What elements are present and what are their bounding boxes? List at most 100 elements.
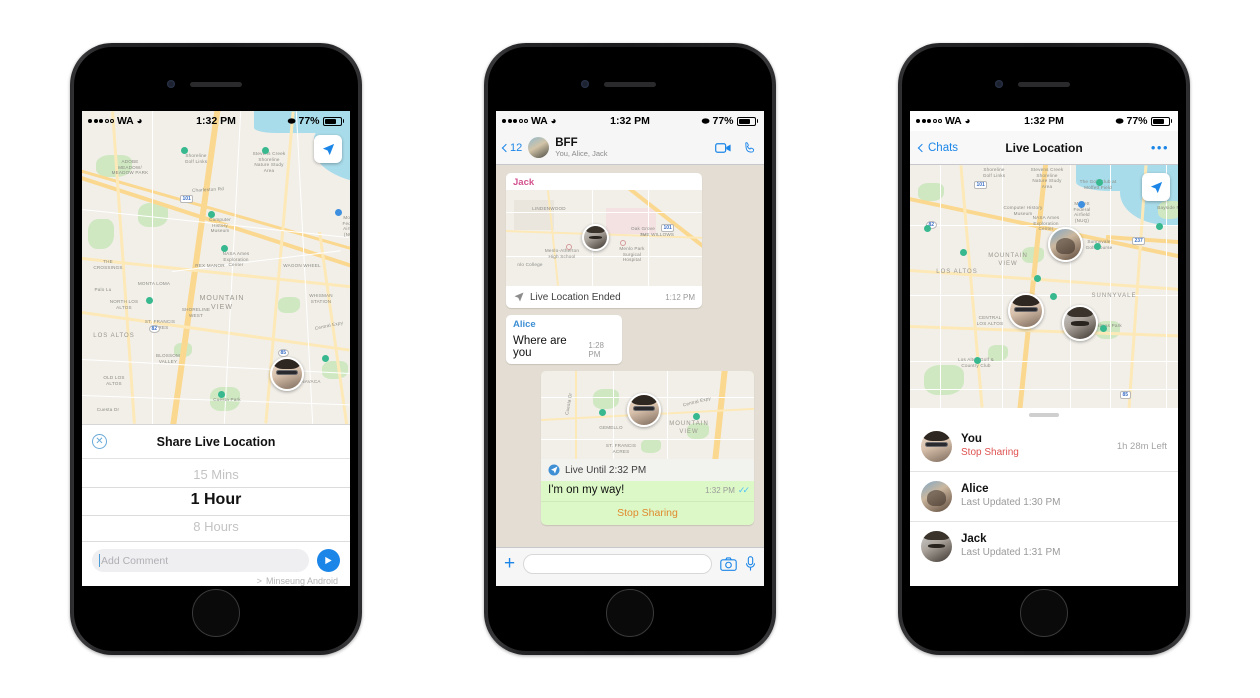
- you-avatar-pin[interactable]: [270, 357, 304, 391]
- recipient-row[interactable]: > Minseung Android: [82, 576, 350, 586]
- message-input[interactable]: [523, 553, 712, 574]
- sheet-header: ✕ Share Live Location: [82, 425, 350, 459]
- sender-name: Alice: [513, 319, 536, 330]
- map-label: BLOSSOM VALLEY: [155, 353, 181, 364]
- add-comment-input[interactable]: Add Comment: [92, 549, 309, 572]
- phone-2-chat: WA ◕ 1:32 PM ⬬ 77% 12 BFF You, Alice, Ja…: [484, 43, 776, 655]
- map-label-city: LOS ALTOS: [936, 269, 978, 275]
- phone-3-screen: WA ◕ 1:32 PM ⬬ 77% Chats Live Location •…: [910, 111, 1178, 586]
- front-camera-icon: [581, 80, 589, 88]
- map-label: Computer History Museum: [1003, 205, 1043, 216]
- location-map-thumbnail[interactable]: LINDENWOOD Menlo-Atherton High School Me…: [506, 190, 702, 286]
- alice-avatar-pin[interactable]: [1048, 227, 1083, 262]
- locate-me-button[interactable]: [1142, 173, 1170, 201]
- message-bubble-jack[interactable]: Jack LINDENWOOD Menlo-Atherton High Scho…: [506, 173, 702, 308]
- status-bar: WA ◕ 1:32 PM ⬬ 77%: [496, 111, 764, 131]
- chat-header: 12 BFF You, Alice, Jack: [496, 131, 764, 165]
- unread-count-label: 12: [510, 141, 523, 154]
- live-location-map[interactable]: Shoreline Golf Links Stevens Creek Shore…: [910, 165, 1178, 408]
- map-label: REX MANOR: [195, 263, 225, 268]
- earpiece-speaker: [604, 82, 656, 87]
- map-label: OLD LOS ALTOS: [103, 375, 125, 386]
- map-label: THE CROSSINGS: [93, 259, 123, 270]
- earpiece-speaker: [190, 82, 242, 87]
- message-text: Where are you: [513, 335, 567, 359]
- home-button[interactable]: [1020, 589, 1068, 637]
- back-to-chats-button[interactable]: Chats: [917, 141, 959, 154]
- back-to-chats-button[interactable]: 12: [501, 141, 523, 154]
- chevron-left-icon: [917, 143, 927, 152]
- live-location-arrow-icon: [514, 292, 524, 302]
- map-label: GEMELLO: [599, 425, 623, 430]
- message-row: Where are you 1:28 PM: [506, 332, 622, 364]
- map-label-city: MOUNTAIN VIEW: [199, 295, 245, 311]
- participant-row-alice[interactable]: Alice Last Updated 1:30 PM: [910, 472, 1178, 522]
- highway-shield: 82: [149, 325, 160, 333]
- phone-1-share-live-location: ADOBE MEADOW/ MEADOW PARK Shoreline Golf…: [70, 43, 362, 655]
- map-label: Central Expy: [314, 320, 344, 331]
- recipient-label: Minseung Android: [265, 576, 338, 586]
- message-time: 1:28 PM: [588, 341, 604, 359]
- phone-2-screen: WA ◕ 1:32 PM ⬬ 77% 12 BFF You, Alice, Ja…: [496, 111, 764, 586]
- highway-shield: 101: [661, 224, 675, 232]
- map-label: Shoreline Golf Links: [184, 153, 208, 164]
- avatar: [921, 480, 952, 512]
- chevron-right-icon: >: [256, 576, 262, 586]
- location-map-thumbnail[interactable]: GEMELLO MOUNTAIN VIEW ST. FRANCIS ACRES …: [541, 371, 754, 459]
- map-label: Cuesta Park: [213, 397, 241, 402]
- duration-option-8hours[interactable]: 8 Hours: [82, 513, 350, 539]
- chat-title: BFF: [555, 136, 578, 149]
- chat-title-block[interactable]: BFF You, Alice, Jack: [555, 137, 709, 159]
- home-button[interactable]: [192, 589, 240, 637]
- camera-icon[interactable]: [720, 556, 737, 571]
- more-dots-icon[interactable]: •••: [1151, 141, 1169, 154]
- map-label-city: SUNNYVALE: [1091, 293, 1137, 299]
- duration-option-1hour-selected[interactable]: 1 Hour: [82, 487, 350, 513]
- back-label: Chats: [928, 141, 959, 154]
- map-label: Moffett Federal Airfield (NUQ): [342, 215, 351, 238]
- map-label: nlo College: [517, 262, 543, 267]
- you-avatar-pin[interactable]: [1008, 293, 1044, 329]
- duration-picker[interactable]: 15 Mins 1 Hour 8 Hours: [82, 459, 350, 542]
- time-remaining-label: 1h 28m Left: [1116, 440, 1167, 452]
- navigation-bar: Chats Live Location •••: [910, 131, 1178, 165]
- share-location-map[interactable]: ADOBE MEADOW/ MEADOW PARK Shoreline Golf…: [82, 111, 350, 424]
- video-call-icon[interactable]: [715, 142, 732, 154]
- sheet-grab-handle[interactable]: [1029, 413, 1059, 417]
- participant-row-jack[interactable]: Jack Last Updated 1:31 PM: [910, 522, 1178, 571]
- participant-row-you[interactable]: You Stop Sharing 1h 28m Left: [910, 422, 1178, 472]
- duration-option-15min[interactable]: 15 Mins: [82, 461, 350, 487]
- status-bar: WA ◕ 1:32 PM ⬬ 77%: [910, 111, 1178, 131]
- front-camera-icon: [167, 80, 175, 88]
- message-list[interactable]: Jack LINDENWOOD Menlo-Atherton High Scho…: [496, 165, 764, 547]
- phone-call-icon[interactable]: [743, 141, 757, 155]
- stop-sharing-button[interactable]: Stop Sharing: [961, 447, 1108, 460]
- highway-shield: 85: [278, 349, 289, 357]
- status-bar: WA ◕ 1:32 PM ⬬ 77%: [82, 111, 350, 131]
- last-updated-label: Last Updated 1:31 PM: [961, 547, 1061, 559]
- message-bubble-alice[interactable]: Alice Where are you 1:28 PM: [506, 315, 622, 364]
- close-circle-icon[interactable]: ✕: [92, 434, 107, 449]
- home-button[interactable]: [606, 589, 654, 637]
- you-avatar-pin: [627, 393, 661, 427]
- participant-name: You: [961, 433, 982, 446]
- comment-composer: Add Comment: [82, 542, 350, 576]
- stop-sharing-button[interactable]: Stop Sharing: [541, 501, 754, 525]
- navigation-arrow-icon: [1150, 181, 1162, 193]
- locate-me-button[interactable]: [314, 135, 342, 163]
- jack-avatar-pin: [582, 224, 609, 251]
- read-receipt-icon: ✓✓: [737, 485, 750, 495]
- map-label: Menlo-Atherton High School: [544, 248, 580, 259]
- map-label: ST. FRANCIS ACRES: [144, 319, 176, 330]
- message-time: 1:32 PM: [705, 486, 735, 495]
- send-button[interactable]: [317, 549, 340, 572]
- highway-shield: 101: [974, 181, 988, 189]
- group-avatar[interactable]: [528, 137, 550, 158]
- microphone-icon[interactable]: [745, 555, 756, 572]
- live-location-status-label: Live Location Ended: [530, 291, 621, 303]
- jack-avatar-pin[interactable]: [1062, 305, 1098, 341]
- message-bubble-outgoing[interactable]: GEMELLO MOUNTAIN VIEW ST. FRANCIS ACRES …: [541, 371, 754, 525]
- message-text: I'm on my way!: [548, 484, 625, 496]
- attach-plus-icon[interactable]: +: [504, 554, 515, 573]
- map-label: Shoreline Golf Links: [982, 167, 1006, 178]
